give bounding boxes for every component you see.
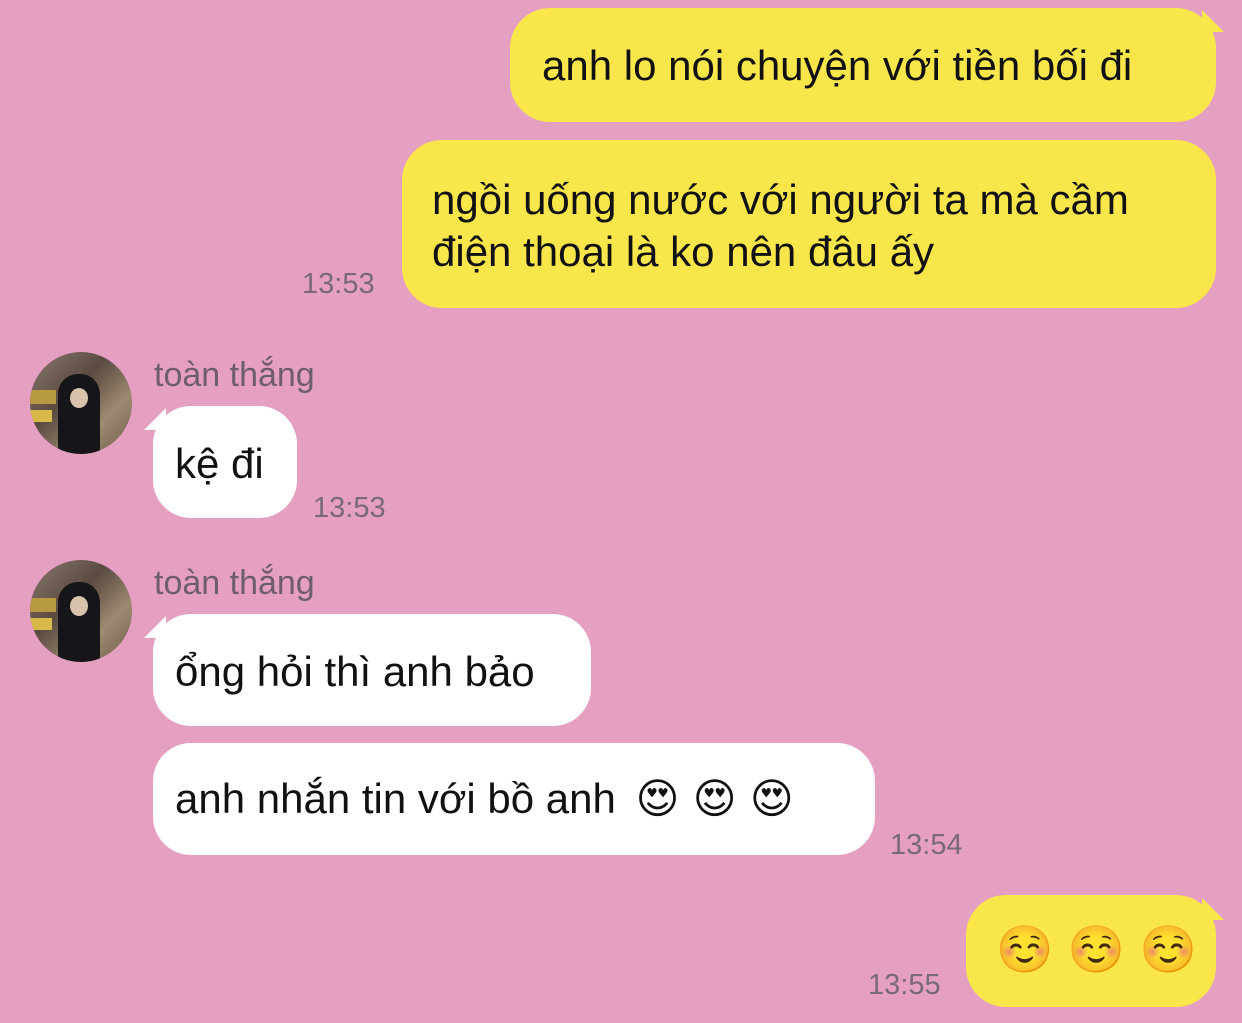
avatar-photo-face [70,388,88,408]
heart-eyes-emoji-icon: 😍 😍 😍 [635,774,794,823]
message-bubble-outgoing[interactable]: ngồi uống nước với người ta mà cầm điện … [402,140,1216,308]
message-timestamp: 13:53 [302,268,375,300]
contact-avatar[interactable] [30,560,132,662]
contact-avatar[interactable] [30,352,132,454]
message-timestamp: 13:54 [890,829,963,861]
message-text-line: ngồi uống nước với người ta mà cầm [432,176,1129,223]
avatar-photo-person [58,374,100,454]
message-bubble-outgoing[interactable]: anh lo nói chuyện với tiền bối đi [510,8,1216,122]
message-bubble-outgoing[interactable]: ☺️ ☺️ ☺️ [966,895,1216,1007]
avatar-photo-face [70,596,88,616]
avatar-photo-person [58,582,100,662]
avatar-photo-detail [30,618,52,630]
message-text: anh lo nói chuyện với tiền bối đi [542,42,1133,89]
message-text: anh nhắn tin với bồ anh [175,775,616,822]
message-text: kệ đi [175,440,264,487]
message-timestamp: 13:53 [313,492,386,524]
avatar-photo-detail [30,390,56,404]
message-bubble-incoming[interactable]: ổng hỏi thì anh bảo [153,614,591,726]
smiling-face-emoji-icon: ☺️ ☺️ ☺️ [996,922,1198,976]
sender-name: toàn thắng [154,564,315,602]
avatar-photo-detail [30,598,56,612]
message-text-line: điện thoại là ko nên đâu ấy [432,228,935,275]
message-bubble-incoming[interactable]: kệ đi [153,406,297,518]
message-bubble-incoming[interactable]: anh nhắn tin với bồ anh 😍 😍 😍 [153,743,875,855]
message-timestamp: 13:55 [868,969,941,1001]
message-text: ổng hỏi thì anh bảo [175,648,535,695]
avatar-photo-detail [30,410,52,422]
sender-name: toàn thắng [154,356,315,394]
